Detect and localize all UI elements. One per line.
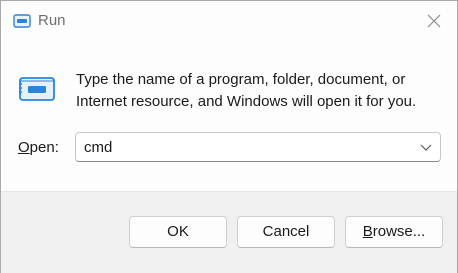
close-button[interactable] xyxy=(411,1,457,41)
run-program-icon xyxy=(19,77,55,101)
run-icon xyxy=(13,14,31,28)
window-title: Run xyxy=(38,12,66,29)
open-combobox[interactable] xyxy=(75,132,441,162)
chevron-down-icon[interactable] xyxy=(420,142,432,152)
browse-label: rowse... xyxy=(372,223,426,240)
button-bar: OK Cancel Browse... xyxy=(1,191,457,273)
run-dialog: Run Type the name of a program, folder, … xyxy=(0,0,458,273)
open-label: Open: xyxy=(18,139,59,156)
cancel-button[interactable]: Cancel xyxy=(237,216,335,248)
browse-button[interactable]: Browse... xyxy=(345,216,443,248)
dialog-content: Type the name of a program, folder, docu… xyxy=(1,41,457,191)
open-label-mnemonic: O xyxy=(18,139,30,156)
open-label-text: pen: xyxy=(29,139,59,156)
ok-button[interactable]: OK xyxy=(129,216,227,248)
close-icon xyxy=(427,14,441,28)
title-bar[interactable]: Run xyxy=(1,1,457,41)
browse-mnemonic: B xyxy=(362,223,373,240)
instruction-text: Type the name of a program, folder, docu… xyxy=(76,71,417,110)
open-input[interactable] xyxy=(84,138,404,156)
